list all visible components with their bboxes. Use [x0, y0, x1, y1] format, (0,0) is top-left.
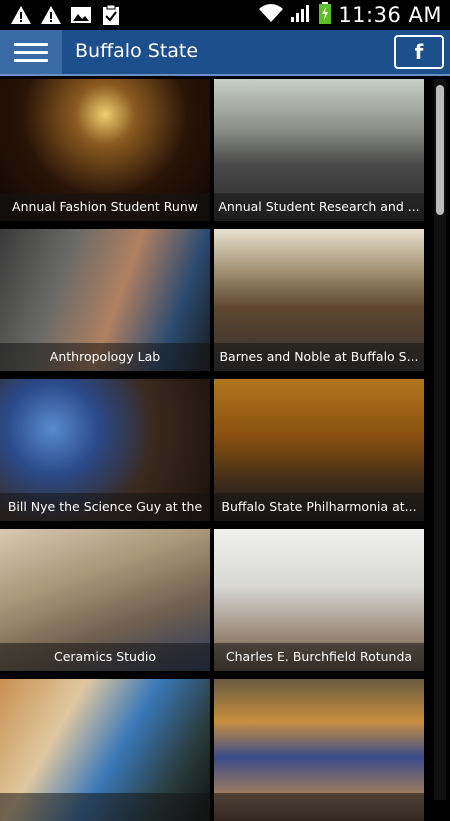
tile-caption: Ceramics Studio	[0, 643, 210, 671]
gallery-grid: Annual Fashion Student Runw Annual Stude…	[0, 79, 432, 821]
gallery-tile[interactable]: Anthropology Lab	[0, 229, 210, 371]
app-bar: Buffalo State f	[0, 30, 450, 76]
hamburger-icon-line	[14, 42, 48, 46]
app-title: Buffalo State	[75, 40, 199, 62]
warning-icon	[10, 4, 32, 26]
menu-button[interactable]	[0, 30, 62, 74]
gallery-tile[interactable]: Annual Student Research and ...	[214, 79, 424, 221]
status-bar: 11:36 AM	[0, 0, 450, 30]
facebook-icon: f	[414, 40, 424, 64]
gallery-tile[interactable]: Buffalo State Philharmonia at...	[214, 379, 424, 521]
scrollbar-thumb[interactable]	[436, 85, 444, 215]
clipboard-check-icon	[100, 4, 122, 26]
tile-caption	[214, 793, 424, 821]
warning-icon	[40, 4, 62, 26]
gallery-tile[interactable]: Ceramics Studio	[0, 529, 210, 671]
gallery-tile[interactable]: Bill Nye the Science Guy at the	[0, 379, 210, 521]
tile-caption	[0, 793, 210, 821]
tile-caption: Charles E. Burchfield Rotunda	[214, 643, 424, 671]
scrollbar[interactable]	[434, 79, 446, 800]
tile-caption: Anthropology Lab	[0, 343, 210, 371]
hamburger-icon-line	[14, 58, 48, 62]
tile-caption: Barnes and Noble at Buffalo S...	[214, 343, 424, 371]
tile-caption: Bill Nye the Science Guy at the	[0, 493, 210, 521]
hamburger-icon-line	[14, 50, 48, 54]
tile-caption: Buffalo State Philharmonia at...	[214, 493, 424, 521]
wifi-icon	[258, 3, 284, 27]
facebook-button[interactable]: f	[394, 35, 444, 69]
clock-time: 11:36 AM	[338, 3, 442, 27]
signal-icon	[290, 3, 312, 27]
image-icon	[70, 4, 92, 26]
gallery-tile[interactable]: Charles E. Burchfield Rotunda	[214, 529, 424, 671]
tile-caption: Annual Fashion Student Runw	[0, 193, 210, 221]
tile-caption: Annual Student Research and ...	[214, 193, 424, 221]
battery-charging-icon	[318, 2, 332, 28]
gallery-tile[interactable]: Barnes and Noble at Buffalo S...	[214, 229, 424, 371]
gallery-tile[interactable]: Annual Fashion Student Runw	[0, 79, 210, 221]
